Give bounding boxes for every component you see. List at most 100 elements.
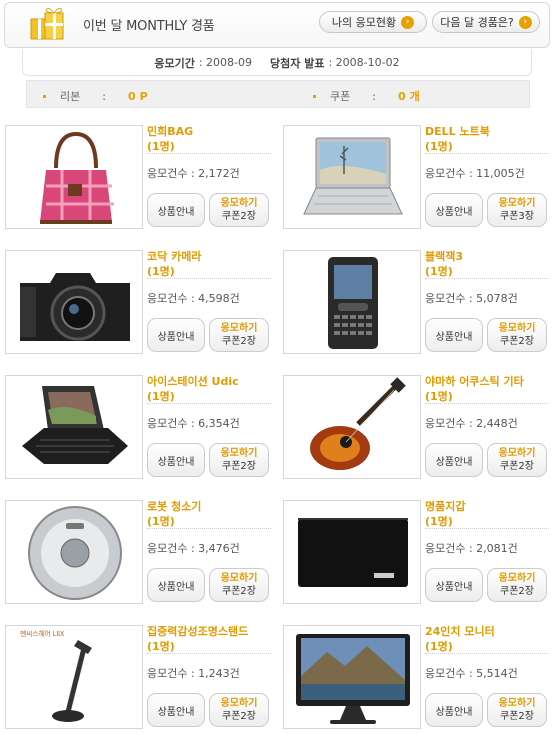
divider: [425, 278, 549, 279]
product-thumbnail[interactable]: [283, 125, 421, 229]
arrow-right-icon: ›: [518, 15, 532, 29]
product-name[interactable]: 민희BAG: [147, 125, 193, 138]
apply-label: 응모하기: [220, 323, 258, 334]
entry-count: 응모건수 : 5,078건: [425, 292, 518, 305]
apply-button[interactable]: 응모하기 쿠폰2장: [209, 568, 269, 602]
product-thumbnail[interactable]: [283, 500, 421, 604]
apply-button[interactable]: 응모하기 쿠폰2장: [487, 693, 547, 727]
apply-button[interactable]: 응모하기 쿠폰2장: [209, 443, 269, 477]
coupon-cost: 쿠폰2장: [222, 336, 256, 347]
apply-button[interactable]: 응모하기 쿠폰2장: [209, 693, 269, 727]
product-thumbnail[interactable]: [5, 500, 143, 604]
apply-button[interactable]: 응모하기 쿠폰2장: [487, 318, 547, 352]
winner-count: (1명): [425, 140, 453, 153]
product-info-button[interactable]: 상품안내: [425, 693, 483, 727]
winner-count: (1명): [147, 515, 175, 528]
product-thumbnail[interactable]: [5, 250, 143, 354]
wallet-icon: [298, 518, 408, 587]
product-info-button[interactable]: 상품안내: [425, 318, 483, 352]
divider: [147, 153, 271, 154]
monitor-icon: [296, 634, 410, 724]
apply-label: 응모하기: [498, 448, 536, 459]
coupon-cost: 쿠폰2장: [500, 461, 534, 472]
apply-label: 응모하기: [498, 323, 536, 334]
winner-announcement-value: : 2008-10-02: [328, 56, 400, 69]
divider: [425, 153, 549, 154]
header-bar: 이번 달 MONTHLY 경품 나의 응모현황 › 다음 달 경품은? ›: [4, 2, 550, 48]
camera-icon: [20, 273, 130, 341]
product-thumbnail[interactable]: [283, 625, 421, 729]
coupon-cost: 쿠폰2장: [222, 586, 256, 597]
ribbon-label: 리본: [60, 90, 81, 103]
product-info-button[interactable]: 상품안내: [147, 693, 205, 727]
product-thumbnail[interactable]: 멘씨스헤어 LIIX: [5, 625, 143, 729]
winner-count: (1명): [147, 140, 175, 153]
product-info-button[interactable]: 상품안내: [147, 318, 205, 352]
entry-count: 응모건수 : 4,598건: [147, 292, 240, 305]
robot-vacuum-icon: [28, 506, 122, 600]
product-card: 아이스테이션 Udic (1명) 응모건수 : 6,354건 상품안내 응모하기…: [5, 375, 271, 479]
divider: [425, 403, 549, 404]
product-info-button[interactable]: 상품안내: [147, 443, 205, 477]
apply-button[interactable]: 응모하기 쿠폰2장: [487, 443, 547, 477]
product-thumbnail[interactable]: [283, 250, 421, 354]
product-thumbnail[interactable]: [5, 125, 143, 229]
apply-label: 응모하기: [220, 448, 258, 459]
coupon-cost: 쿠폰3장: [500, 211, 534, 222]
product-info-button[interactable]: 상품안내: [425, 193, 483, 227]
product-info-button[interactable]: 상품안내: [425, 443, 483, 477]
product-name[interactable]: 블랙잭3: [425, 250, 463, 263]
product-info-button[interactable]: 상품안내: [147, 568, 205, 602]
bullet-icon: [313, 94, 316, 98]
product-name[interactable]: 코닥 카메라: [147, 250, 201, 263]
points-bar: 리본 : 0 P 쿠폰 : 0 개: [26, 80, 530, 108]
my-entries-button[interactable]: 나의 응모현황 ›: [319, 11, 427, 33]
winner-count: (1명): [425, 640, 453, 653]
product-name[interactable]: 야마하 어쿠스틱 기타: [425, 375, 524, 388]
divider: [147, 278, 271, 279]
product-info-button[interactable]: 상품안내: [425, 568, 483, 602]
entry-period-value: : 2008-09: [198, 56, 253, 69]
apply-button[interactable]: 응모하기 쿠폰2장: [209, 193, 269, 227]
product-thumbnail[interactable]: [283, 375, 421, 479]
my-entries-label: 나의 응모현황: [331, 16, 397, 29]
product-info-button[interactable]: 상품안내: [147, 193, 205, 227]
winner-count: (1명): [425, 265, 453, 278]
divider: [147, 528, 271, 529]
product-name[interactable]: 명품지갑: [425, 500, 465, 513]
product-name[interactable]: DELL 노트북: [425, 125, 490, 138]
next-month-prize-button[interactable]: 다음 달 경품은? ›: [432, 11, 540, 33]
coupon-cost: 쿠폰2장: [500, 586, 534, 597]
apply-button[interactable]: 응모하기 쿠폰2장: [209, 318, 269, 352]
ribbon-separator: :: [102, 89, 106, 103]
product-card: 민희BAG (1명) 응모건수 : 2,172건 상품안내 응모하기 쿠폰2장: [5, 125, 271, 229]
divider: [425, 528, 549, 529]
bullet-icon: [43, 94, 46, 98]
product-card: 코닥 카메라 (1명) 응모건수 : 4,598건 상품안내 응모하기 쿠폰2장: [5, 250, 271, 354]
ribbon-value: 0: [127, 89, 136, 103]
winner-count: (1명): [147, 265, 175, 278]
product-name[interactable]: 집중력감성조명스탠드: [147, 625, 248, 638]
page-title: 이번 달 MONTHLY 경품: [83, 19, 215, 34]
entry-period-label: 응모기간: [154, 56, 195, 70]
guitar-icon: [310, 377, 406, 470]
coupon-cost: 쿠폰2장: [500, 711, 534, 722]
entry-count: 응모건수 : 2,172건: [147, 167, 240, 180]
apply-label: 응모하기: [220, 573, 258, 584]
coupon-cost: 쿠폰2장: [500, 336, 534, 347]
product-card: 멘씨스헤어 LIIX 집중력감성조명스탠드 (1명) 응모건수 : 1,243건…: [5, 625, 271, 729]
apply-button[interactable]: 응모하기 쿠폰3장: [487, 193, 547, 227]
product-name[interactable]: 로봇 청소기: [147, 500, 201, 513]
entry-count: 응모건수 : 5,514건: [425, 667, 518, 680]
product-name[interactable]: 24인치 모니터: [425, 625, 495, 638]
winner-count: (1명): [147, 390, 175, 403]
apply-button[interactable]: 응모하기 쿠폰2장: [487, 568, 547, 602]
entry-count: 응모건수 : 2,448건: [425, 417, 518, 430]
product-card: 24인치 모니터 (1명) 응모건수 : 5,514건 상품안내 응모하기 쿠폰…: [283, 625, 549, 729]
entry-count: 응모건수 : 2,081건: [425, 542, 518, 555]
product-name[interactable]: 아이스테이션 Udic: [147, 375, 239, 388]
product-thumbnail[interactable]: [5, 375, 143, 479]
coupon-separator: :: [372, 89, 376, 103]
desk-lamp-icon: [52, 640, 92, 722]
divider: [147, 653, 271, 654]
